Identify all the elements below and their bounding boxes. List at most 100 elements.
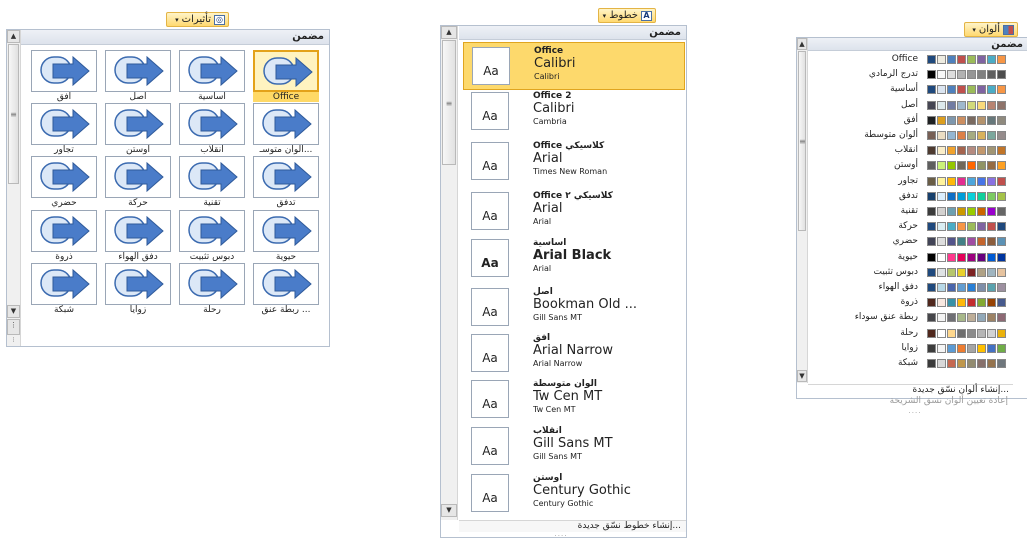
colors-dropdown-button[interactable]: ألوان ▾ xyxy=(964,22,1018,37)
scroll-down-icon[interactable]: ▼ xyxy=(7,305,20,318)
effects-dropdown-button[interactable]: ◎ تأثيرات ▾ xyxy=(166,12,229,27)
color-swatch xyxy=(997,70,1006,80)
effect-option[interactable]: تقنية xyxy=(179,156,245,208)
color-swatch xyxy=(997,298,1006,308)
fonts-section-header: مضمن xyxy=(459,26,686,40)
effect-option[interactable]: تجاور xyxy=(31,103,97,155)
more-icon[interactable]: ⋮ xyxy=(7,319,20,335)
color-set-option[interactable]: زوايا xyxy=(808,342,1024,356)
body-font: Century Gothic xyxy=(533,499,594,508)
font-set-option[interactable]: Aa Office كلاسيكي Arial Times New Roman xyxy=(463,138,685,186)
font-set-option[interactable]: Aa ألوان متوسطة Tw Cen MT Tw Cen MT xyxy=(463,376,685,424)
effect-label: تقنية xyxy=(203,198,221,208)
color-set-option[interactable]: ربطة عنق سوداء xyxy=(808,311,1024,325)
font-set-name: أساسية xyxy=(533,238,567,248)
effect-option[interactable]: حضري xyxy=(31,156,97,208)
font-set-option[interactable]: Aa Office 2 Calibri Cambria xyxy=(463,88,685,136)
scroll-up-icon[interactable]: ▲ xyxy=(797,38,807,50)
fonts-scrollbar[interactable]: ▲ ≡ ▼ xyxy=(441,26,458,520)
color-set-option[interactable]: رحلة xyxy=(808,327,1024,341)
color-swatch xyxy=(927,176,936,186)
fonts-dropdown-button[interactable]: A خطوط ▾ xyxy=(598,8,656,23)
scroll-thumb[interactable]: ≡ xyxy=(798,51,806,231)
resize-handle[interactable]: ⁞ xyxy=(7,336,21,344)
effect-option[interactable]: دبوس تثبيت xyxy=(179,210,245,262)
effects-scrollbar[interactable]: ▲ ≡ ▼ ⋮ xyxy=(7,30,21,346)
color-set-option[interactable]: شبكة xyxy=(808,357,1024,371)
color-set-option[interactable]: أفق xyxy=(808,114,1024,128)
effect-option[interactable]: انقلاب xyxy=(179,103,245,155)
color-swatch xyxy=(927,328,936,338)
scroll-down-icon[interactable]: ▼ xyxy=(441,504,457,517)
color-set-option[interactable]: تدرج الرمادي xyxy=(808,68,1024,82)
colors-scrollbar[interactable]: ▲ ≡ ▼ xyxy=(797,38,808,383)
color-swatch xyxy=(987,115,996,125)
color-set-label: Office xyxy=(891,54,918,64)
heading-font: Arial xyxy=(533,152,563,166)
scroll-thumb[interactable]: ≡ xyxy=(8,44,19,184)
effect-option[interactable]: أوستن xyxy=(105,103,171,155)
color-swatches xyxy=(927,115,1025,125)
color-set-option[interactable]: دبوس تثبيت xyxy=(808,266,1024,280)
color-set-option[interactable]: حضري xyxy=(808,235,1024,249)
color-set-option[interactable]: تقنية xyxy=(808,205,1024,219)
font-set-option[interactable]: Aa Office Calibri Calibri xyxy=(463,42,685,90)
color-set-option[interactable]: أساسية xyxy=(808,83,1024,97)
font-set-option[interactable]: Aa أوستن Century Gothic Century Gothic xyxy=(463,470,685,518)
effect-option[interactable]: ربطة عنق ... xyxy=(253,263,319,315)
scroll-thumb[interactable]: ≡ xyxy=(442,40,456,165)
effect-option[interactable]: أفق xyxy=(31,50,97,102)
font-set-name: Office كلاسيكي xyxy=(533,141,605,151)
effect-option[interactable]: حيوية xyxy=(253,210,319,262)
reset-slide-theme-colors-link[interactable]: إعادة تعيين ألوان نسق الشريحة xyxy=(807,396,1012,409)
color-set-option[interactable]: تدفق xyxy=(808,190,1024,204)
body-font: Gill Sans MT xyxy=(533,313,582,322)
scroll-up-icon[interactable]: ▲ xyxy=(7,30,20,43)
color-set-label: ربطة عنق سوداء xyxy=(854,312,918,323)
effect-option[interactable]: ذروة xyxy=(31,210,97,262)
font-set-option[interactable]: Aa أصل Bookman Old ... Gill Sans MT xyxy=(463,284,685,332)
color-set-option[interactable]: حيوية xyxy=(808,251,1024,265)
font-set-option[interactable]: Aa Office كلاسيكي ٢ Arial Arial xyxy=(463,188,685,236)
font-set-option[interactable]: Aa أفق Arial Narrow Arial Narrow xyxy=(463,330,685,378)
color-swatch xyxy=(927,267,936,277)
color-set-option[interactable]: حركة xyxy=(808,220,1024,234)
color-swatch xyxy=(957,70,966,80)
scroll-down-icon[interactable]: ▼ xyxy=(797,370,807,382)
color-swatch xyxy=(937,100,946,110)
effect-option[interactable]: شبكة xyxy=(31,263,97,315)
heading-font: Tw Cen MT xyxy=(533,390,603,404)
effect-option[interactable]: أصل xyxy=(105,50,171,102)
color-swatch xyxy=(987,100,996,110)
font-set-option[interactable]: Aa انقلاب Gill Sans MT Gill Sans MT xyxy=(463,423,685,471)
effect-option[interactable]: Office xyxy=(253,50,319,102)
color-swatch xyxy=(987,237,996,247)
color-set-option[interactable]: أصل xyxy=(808,99,1024,113)
effect-label: أصل xyxy=(129,92,147,102)
color-set-option[interactable]: دفق الهواء xyxy=(808,281,1024,295)
font-preview: Aa xyxy=(471,239,509,277)
scroll-up-icon[interactable]: ▲ xyxy=(441,26,457,39)
color-swatches xyxy=(927,237,1025,247)
effect-option[interactable]: أساسية xyxy=(179,50,245,102)
effect-label: أفق xyxy=(56,92,72,102)
resize-handle[interactable]: ···· xyxy=(895,409,935,417)
effect-option[interactable]: تدفق xyxy=(253,156,319,208)
effect-option[interactable]: ألوان متوسـ... xyxy=(253,103,319,155)
color-set-option[interactable]: أوستن xyxy=(808,159,1024,173)
create-new-theme-fonts-link[interactable]: إنشاء خطوط نسّق جديدة... xyxy=(459,520,686,532)
font-set-text: أساسية Arial Black Arial xyxy=(533,238,683,274)
color-set-option[interactable]: انقلاب xyxy=(808,144,1024,158)
color-swatch xyxy=(977,161,986,171)
effect-option[interactable]: حركة xyxy=(105,156,171,208)
effect-option[interactable]: دفق الهواء xyxy=(105,210,171,262)
effect-preview xyxy=(31,50,97,92)
color-set-option[interactable]: Office xyxy=(808,53,1024,67)
color-set-option[interactable]: ألوان متوسطة xyxy=(808,129,1024,143)
color-set-option[interactable]: ذروة xyxy=(808,296,1024,310)
effect-label: حيوية xyxy=(275,252,297,262)
effect-option[interactable]: رحلة xyxy=(179,263,245,315)
font-set-option[interactable]: Aa أساسية Arial Black Arial xyxy=(463,235,685,283)
color-set-option[interactable]: تجاور xyxy=(808,175,1024,189)
effect-option[interactable]: زوايا xyxy=(105,263,171,315)
